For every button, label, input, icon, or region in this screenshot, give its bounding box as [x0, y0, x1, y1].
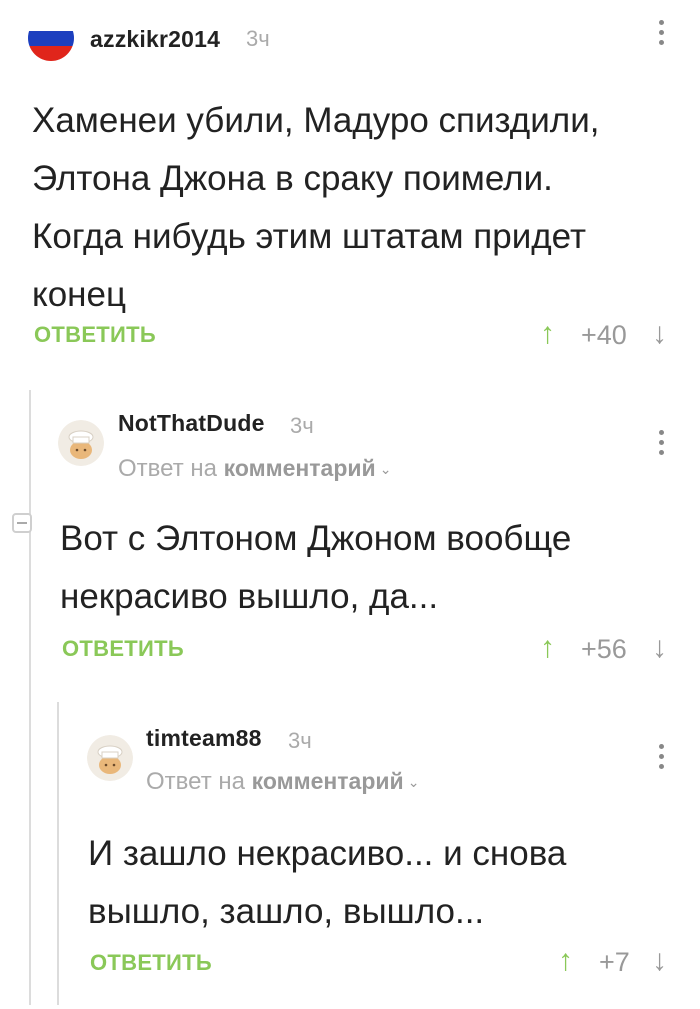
more-vertical-icon[interactable]	[656, 744, 666, 774]
downvote-icon[interactable]: ↓	[652, 633, 667, 663]
reply-to-link: Ответ на комментарий ⌄	[146, 768, 419, 796]
downvote-icon[interactable]: ↓	[652, 319, 667, 349]
reply-button[interactable]: ОТВЕТИТЬ	[34, 322, 156, 348]
reply-button[interactable]: ОТВЕТИТЬ	[62, 636, 184, 662]
rating-value: +56	[581, 634, 627, 664]
comment-text-line: Элтона Джона в сраку поимели.	[32, 159, 553, 198]
collapse-thread-button[interactable]	[12, 513, 32, 533]
username[interactable]: timteam88	[146, 725, 262, 752]
comment-text-line: некрасиво вышло, да...	[60, 577, 439, 616]
reply-to-prefix: Ответ на	[118, 455, 217, 482]
comment-text-line: конец	[32, 275, 127, 314]
avatar-russia-flag[interactable]	[28, 15, 74, 61]
chevron-down-icon[interactable]: ⌄	[408, 774, 420, 791]
comment-text: И зашло некрасиво... и снова вышло, зашл…	[88, 825, 566, 941]
thread-branch-line[interactable]	[57, 702, 59, 1005]
rating-value: +40	[581, 320, 627, 350]
comment-text-line: Хаменеи убили, Мадуро спиздили,	[32, 101, 600, 140]
comment-text-line: И зашло некрасиво... и снова	[88, 834, 567, 873]
reply-to-link: Ответ на комментарий ⌄	[118, 455, 391, 483]
more-vertical-icon[interactable]	[656, 430, 666, 460]
comment-text-line: вышло, зашло, вышло...	[88, 892, 485, 931]
more-vertical-icon[interactable]	[656, 20, 666, 50]
upvote-icon[interactable]: ↑	[558, 946, 573, 976]
thread-branch-line[interactable]	[29, 390, 31, 1005]
reply-button[interactable]: ОТВЕТИТЬ	[90, 950, 212, 976]
upvote-icon[interactable]: ↑	[540, 319, 555, 349]
avatar-default-chef[interactable]	[87, 735, 133, 781]
comment-text-line: Когда нибудь этим штатам придет	[32, 217, 587, 256]
comment-text: Вот с Элтоном Джоном вообще некрасиво вы…	[60, 510, 571, 626]
chevron-down-icon[interactable]: ⌄	[380, 461, 392, 478]
comment-time: 3ч	[288, 728, 312, 753]
comment-time: 3ч	[290, 413, 314, 438]
reply-to-prefix: Ответ на	[146, 768, 245, 795]
avatar-default-chef[interactable]	[58, 420, 104, 466]
comment-text: Хаменеи убили, Мадуро спиздили, Элтона Д…	[32, 92, 599, 324]
parent-comment-link[interactable]: комментарий	[252, 768, 404, 794]
comment-text-line: Вот с Элтоном Джоном вообще	[60, 519, 572, 558]
parent-comment-link[interactable]: комментарий	[224, 455, 376, 481]
downvote-icon[interactable]: ↓	[652, 946, 667, 976]
username[interactable]: azzkikr2014	[90, 26, 220, 53]
username[interactable]: NotThatDude	[118, 410, 265, 437]
upvote-icon[interactable]: ↑	[540, 633, 555, 663]
comment-time: 3ч	[246, 26, 270, 51]
rating-value: +7	[599, 947, 630, 977]
